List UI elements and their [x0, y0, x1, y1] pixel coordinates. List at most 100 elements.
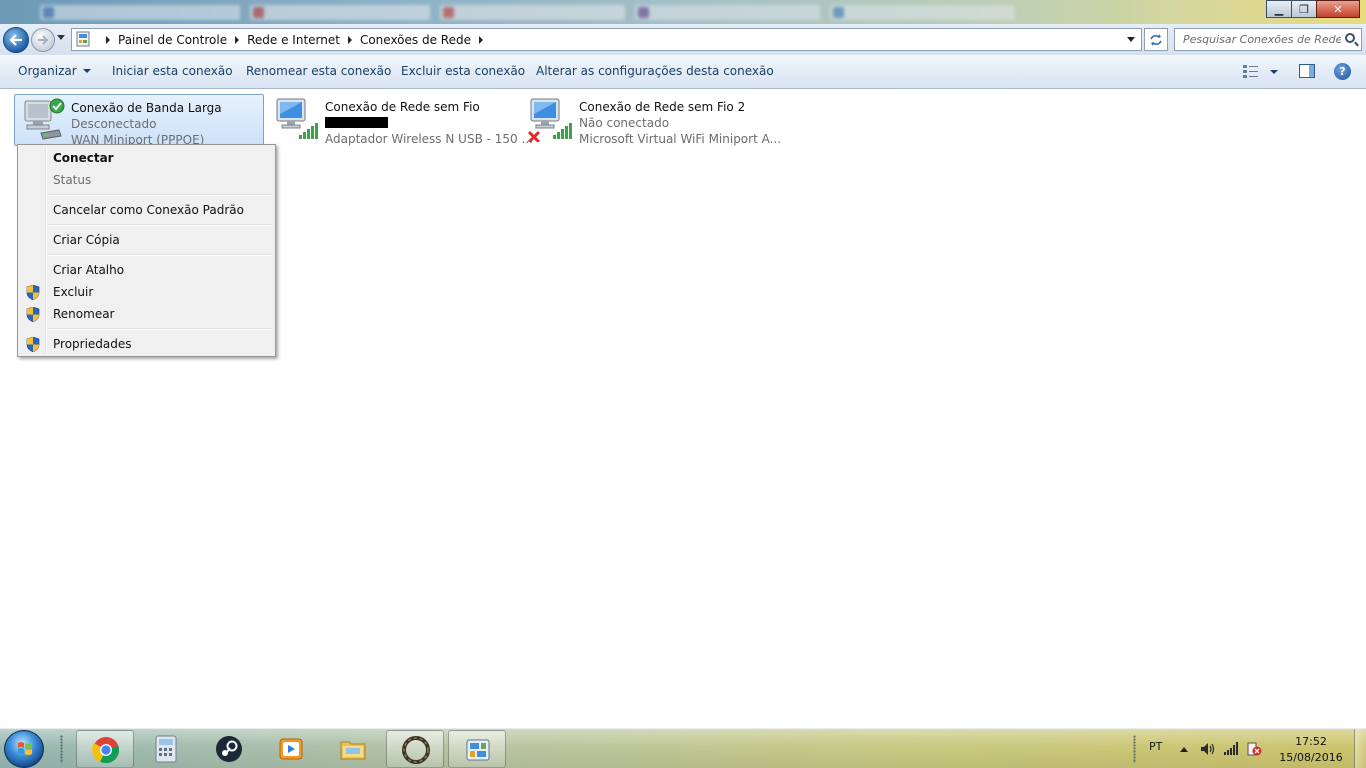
taskbar-control-panel[interactable] [448, 730, 506, 768]
connection-wireless[interactable]: Conexão de Rede sem Fio Adaptador Wirele… [269, 94, 533, 146]
organize-menu[interactable]: Organizar [18, 55, 91, 88]
close-button[interactable]: ✕ [1316, 0, 1360, 18]
menu-separator [48, 254, 272, 256]
background-tab [250, 5, 430, 20]
taskbar-calculator[interactable] [138, 730, 196, 768]
volume-icon[interactable] [1200, 742, 1216, 756]
uac-shield-icon [26, 285, 40, 300]
preview-pane-icon[interactable] [1299, 64, 1315, 78]
breadcrumb-network-connections[interactable]: Conexões de Rede [360, 33, 471, 47]
breadcrumb-separator[interactable] [235, 35, 240, 44]
steam-icon [216, 736, 242, 762]
menu-item-label: Propriedades [53, 337, 132, 351]
menu-item-delete[interactable]: Excluir [20, 281, 273, 303]
clock-date: 15/08/2016 [1279, 751, 1343, 764]
breadcrumb-network-internet[interactable]: Rede e Internet [247, 33, 340, 47]
menu-item-rename[interactable]: Renomear [20, 303, 273, 325]
delete-connection-button[interactable]: Excluir esta conexão [401, 55, 525, 88]
media-player-icon [279, 738, 303, 760]
control-panel-icon [76, 31, 90, 47]
breadcrumb-separator[interactable] [106, 35, 110, 44]
address-history-dropdown[interactable] [1127, 37, 1135, 42]
show-desktop-button[interactable] [1354, 729, 1366, 768]
menu-item-label: Excluir [53, 285, 94, 299]
minimize-button[interactable]: ▁ [1266, 0, 1292, 18]
search-icon[interactable] [1345, 33, 1355, 43]
rename-connection-button[interactable]: Renomear esta conexão [246, 55, 391, 88]
context-menu: Conectar Status Cancelar como Conexão Pa… [17, 144, 276, 357]
action-center-icon[interactable] [1246, 742, 1262, 756]
wireless-connection-icon [276, 98, 318, 139]
connection-broadband[interactable]: Conexão de Banda Larga Desconectado WAN … [14, 94, 264, 147]
uac-shield-icon [26, 307, 40, 322]
menu-item-properties[interactable]: Propriedades [20, 333, 273, 355]
taskbar-app[interactable] [386, 730, 444, 768]
language-indicator[interactable]: PT [1149, 740, 1162, 753]
search-box [1174, 28, 1362, 51]
refresh-icon [1150, 33, 1162, 46]
control-panel-icon [466, 739, 490, 761]
change-view-icon[interactable] [1243, 64, 1259, 78]
breadcrumb-separator[interactable] [347, 35, 352, 44]
chrome-icon [92, 737, 119, 764]
breadcrumb: Painel de Controle Rede e Internet Conex… [98, 29, 491, 50]
address-field[interactable]: Painel de Controle Rede e Internet Conex… [71, 28, 1142, 51]
recent-pages-dropdown[interactable] [57, 35, 65, 40]
menu-separator [48, 224, 272, 226]
taskbar: PT 17:52 15/08/2016 [0, 728, 1366, 768]
menu-item-connect[interactable]: Conectar [20, 147, 273, 169]
taskbar-media-player[interactable] [262, 730, 320, 768]
tray-grip[interactable] [1133, 735, 1136, 763]
connection-name: Conexão de Rede sem Fio 2 [579, 100, 746, 114]
maximize-button[interactable]: ❐ [1291, 0, 1317, 18]
menu-item-create-copy[interactable]: Criar Cópia [20, 229, 273, 251]
connection-status: Desconectado [71, 117, 157, 131]
network-signal-icon[interactable] [1223, 742, 1239, 756]
breadcrumb-control-panel[interactable]: Painel de Controle [118, 33, 227, 47]
connection-wireless-2[interactable]: Conexão de Rede sem Fio 2 Não conectado … [523, 94, 781, 146]
background-tab [440, 5, 625, 20]
command-bar: Organizar Iniciar esta conexão Renomear … [0, 55, 1366, 89]
window-title-bar: ▁ ❐ ✕ [0, 0, 1366, 24]
search-input[interactable] [1175, 29, 1341, 50]
taskbar-explorer[interactable] [324, 730, 382, 768]
chevron-down-icon [82, 69, 91, 73]
app-ring-icon [402, 736, 430, 764]
arrow-right-icon [38, 35, 49, 45]
refresh-button[interactable] [1144, 28, 1168, 51]
background-tab [635, 5, 820, 20]
menu-separator [48, 194, 272, 196]
connection-status: Não conectado [579, 116, 670, 130]
start-button[interactable] [4, 730, 44, 768]
clock-time: 17:52 [1295, 735, 1327, 748]
menu-item-label: Renomear [53, 307, 115, 321]
change-settings-button[interactable]: Alterar as configurações desta conexão [536, 55, 774, 88]
view-options-dropdown[interactable] [1270, 70, 1278, 74]
address-bar-area: Painel de Controle Rede e Internet Conex… [0, 24, 1366, 55]
connection-device: Adaptador Wireless N USB - 150 ... [325, 132, 533, 146]
menu-item-cancel-default[interactable]: Cancelar como Conexão Padrão [20, 199, 273, 221]
menu-item-create-shortcut[interactable]: Criar Atalho [20, 259, 273, 281]
start-connection-button[interactable]: Iniciar esta conexão [112, 55, 233, 88]
back-button[interactable] [3, 27, 29, 53]
help-icon[interactable]: ? [1334, 63, 1351, 80]
connection-name: Conexão de Banda Larga [71, 101, 222, 115]
breadcrumb-separator[interactable] [478, 35, 483, 44]
organize-label: Organizar [18, 64, 77, 78]
background-tab [40, 5, 240, 20]
arrow-left-icon [9, 34, 22, 46]
forward-button[interactable] [31, 28, 55, 52]
taskbar-grip[interactable] [60, 735, 63, 763]
menu-separator [48, 328, 272, 330]
calculator-icon [155, 735, 177, 763]
taskbar-chrome[interactable] [76, 730, 134, 768]
background-tab [830, 5, 1015, 20]
redacted-network-name [325, 117, 388, 128]
wireless-connection-icon [527, 98, 572, 142]
explorer-icon [340, 741, 366, 760]
broadband-connection-icon [24, 98, 65, 140]
system-clock[interactable]: 17:52 15/08/2016 [1276, 734, 1346, 766]
window-controls: ▁ ❐ ✕ [1266, 0, 1360, 18]
taskbar-steam[interactable] [200, 730, 258, 768]
show-hidden-icons-button[interactable] [1180, 747, 1188, 752]
